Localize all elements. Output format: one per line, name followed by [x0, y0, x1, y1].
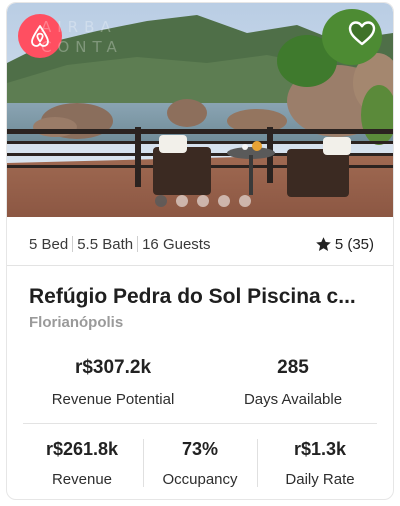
guests-count: 16 Guests — [142, 235, 211, 253]
daily-rate-stat: r$1.3k Daily Rate — [259, 439, 381, 488]
divider — [7, 265, 393, 266]
listing-title[interactable]: Refúgio Pedra do Sol Piscina c... — [29, 285, 379, 309]
occupancy-stat: 73% Occupancy — [145, 439, 255, 488]
carousel-dot[interactable] — [176, 195, 188, 207]
stat-label: Occupancy — [162, 471, 238, 488]
stat-value: r$307.2k — [74, 357, 152, 378]
baths-count: 5.5 Bath — [77, 235, 134, 253]
stat-label: Days Available — [243, 391, 343, 408]
star-icon — [316, 236, 331, 251]
carousel-dots — [155, 195, 251, 207]
stat-label: Revenue — [51, 471, 113, 488]
carousel-dot[interactable] — [218, 195, 230, 207]
vertical-separator — [257, 439, 258, 487]
stat-value: 285 — [277, 357, 309, 378]
listing-card[interactable]: AIRBA CONTA 5 Bed 5.5 Bath 16 Guests 5 (… — [6, 2, 394, 500]
stat-label: Revenue Potential — [51, 391, 175, 408]
divider — [23, 423, 377, 424]
stat-value: 73% — [181, 439, 219, 459]
favorite-heart-icon[interactable] — [347, 19, 377, 47]
days-available-stat: 285 Days Available — [203, 357, 383, 408]
carousel-dot[interactable] — [239, 195, 251, 207]
stat-label: Daily Rate — [285, 471, 355, 488]
listing-photo[interactable]: AIRBA CONTA — [7, 3, 393, 217]
vertical-separator — [143, 439, 144, 487]
rating: 5 (35) — [315, 236, 374, 253]
listing-city: Florianópolis — [29, 314, 124, 331]
rating-text: 5 (35) — [334, 235, 374, 253]
revenue-stat: r$261.8k Revenue — [19, 439, 145, 488]
stat-value: r$1.3k — [293, 439, 347, 459]
stat-value: r$261.8k — [45, 439, 119, 459]
beds-count: 5 Bed — [29, 235, 69, 253]
amenities-row: 5 Bed 5.5 Bath 16 Guests 5 (35) — [29, 233, 374, 255]
revenue-potential-stat: r$307.2k Revenue Potential — [23, 357, 203, 408]
photo-watermark: AIRBA CONTA — [41, 18, 123, 56]
carousel-dot[interactable] — [155, 195, 167, 207]
carousel-dot[interactable] — [197, 195, 209, 207]
